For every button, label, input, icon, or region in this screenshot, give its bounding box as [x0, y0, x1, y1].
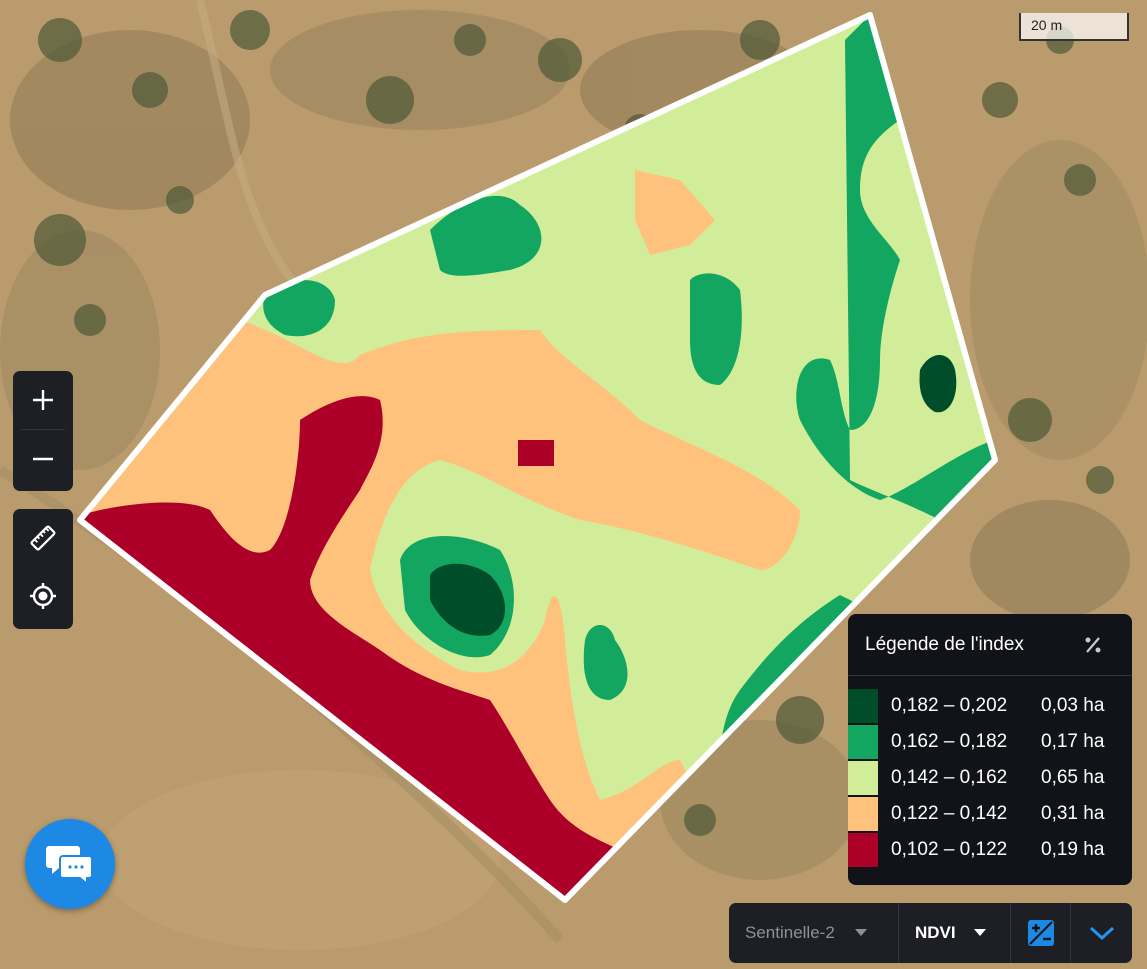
source-select[interactable]: Sentinelle-2 [729, 903, 899, 963]
legend-swatch [848, 761, 878, 795]
legend-swatch [848, 833, 878, 867]
scale-bar: 20 m [1019, 13, 1129, 41]
expand-button[interactable] [1071, 903, 1132, 963]
index-legend: Légende de l'index 0,182 – 0,202 0,03 ha 0… [848, 614, 1132, 885]
legend-swatch [848, 725, 878, 759]
legend-range: 0,162 – 0,182 [891, 731, 1008, 752]
legend-row: 0,162 – 0,182 0,17 ha [848, 724, 1132, 760]
legend-header: Légende de l'index [848, 614, 1132, 676]
index-select[interactable]: NDVI [899, 903, 1011, 963]
scale-label: 20 m [1031, 17, 1063, 33]
legend-area: 0,17 ha [1041, 731, 1105, 752]
ruler-icon [30, 525, 56, 551]
chat-icon [46, 846, 93, 886]
legend-range: 0,102 – 0,122 [891, 839, 1008, 860]
bottom-toolbar: Sentinelle-2 NDVI [729, 903, 1132, 963]
plus-icon [33, 390, 53, 410]
map-tools [13, 509, 73, 629]
legend-row: 0,182 – 0,202 0,03 ha [848, 688, 1132, 724]
locate-button[interactable] [13, 567, 73, 625]
legend-range: 0,182 – 0,202 [891, 695, 1008, 716]
legend-swatch [848, 689, 878, 723]
zoom-in-button[interactable] [13, 371, 73, 429]
legend-swatch [848, 797, 878, 831]
caret-down-icon [973, 929, 986, 936]
caret-down-icon [854, 929, 867, 936]
image-compare-icon [1027, 920, 1054, 946]
legend-area: 0,31 ha [1041, 803, 1105, 824]
legend-range: 0,142 – 0,162 [891, 767, 1008, 788]
legend-row: 0,122 – 0,142 0,31 ha [848, 796, 1132, 832]
crosshair-icon [30, 583, 56, 609]
measure-button[interactable] [13, 509, 73, 567]
percent-icon [1085, 636, 1101, 653]
index-label: NDVI [915, 923, 956, 942]
legend-row: 0,102 – 0,122 0,19 ha [848, 832, 1132, 868]
legend-area: 0,03 ha [1041, 695, 1105, 716]
image-compare-button[interactable] [1011, 903, 1071, 963]
percent-toggle-button[interactable] [1080, 632, 1106, 658]
source-label: Sentinelle-2 [745, 923, 835, 942]
chat-button[interactable] [25, 819, 115, 909]
zoom-control [13, 371, 73, 491]
legend-title: Légende de l'index [865, 633, 1024, 655]
legend-area: 0,19 ha [1041, 839, 1105, 860]
minus-icon [33, 457, 53, 461]
legend-rows: 0,182 – 0,202 0,03 ha 0,162 – 0,182 0,17 ha… [848, 676, 1132, 868]
legend-area: 0,65 ha [1041, 767, 1105, 788]
legend-row: 0,142 – 0,162 0,65 ha [848, 760, 1132, 796]
zoom-out-button[interactable] [13, 430, 73, 488]
legend-range: 0,122 – 0,142 [891, 803, 1008, 824]
chevron-down-icon [1089, 926, 1114, 941]
